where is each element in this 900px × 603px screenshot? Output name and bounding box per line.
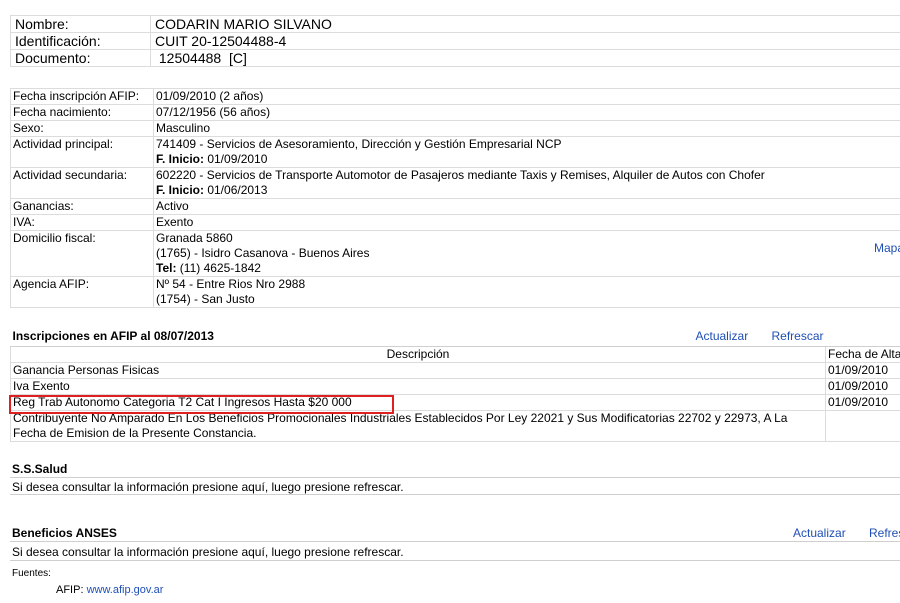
salud-divider [10,477,900,478]
ganancias-label: Ganancias: [10,198,154,215]
domicilio-row: Domicilio fiscal: Granada 5860 (1765) - … [10,230,900,277]
act-sec-cell: 602220 - Servicios de Transporte Automot… [153,167,900,199]
act-sec-inicio-value: 01/06/2013 [204,183,268,197]
anses-divider-bottom [10,560,900,561]
domicilio-line1: Granada 5860 [156,231,233,245]
inscripciones-title-spacer [825,329,900,347]
act-sec-inicio: F. Inicio: 01/06/2013 [156,183,900,198]
anses-actualizar-link[interactable]: Actualizar [793,526,846,540]
inscripciones-title: Inscripciones en AFIP al 08/07/2013 [12,329,214,343]
header-table: Nombre: CODARIN MARIO SILVANO Identifica… [10,15,900,67]
fecha-nac-label: Fecha nacimiento: [10,104,154,121]
agencia-label: Agencia AFIP: [10,276,154,308]
domicilio-label: Domicilio fiscal: [10,230,154,277]
nombre-row: Nombre: CODARIN MARIO SILVANO [10,15,900,33]
sexo-row: Sexo: Masculino [10,120,900,137]
col-fecha-alta: Fecha de Alta [825,346,900,363]
inscripciones-actualizar-link[interactable]: Actualizar [696,329,749,344]
salud-text[interactable]: Si desea consultar la información presio… [12,480,404,494]
inscripciones-title-row: Inscripciones en AFIP al 08/07/2013 Actu… [10,329,900,347]
tel-value: (11) 4625-1842 [176,261,261,275]
ganancias-value: Activo [153,198,900,215]
act-pri-label: Actividad principal: [10,136,154,168]
inscripciones-table: Inscripciones en AFIP al 08/07/2013 Actu… [10,329,900,442]
agencia-line1: Nº 54 - Entre Rios Nro 2988 [156,277,306,291]
afip-website-link[interactable]: www.afip.gov.ar [87,584,164,596]
table-row: Contribuyente No Amparado En Los Benefic… [10,410,900,442]
inscripcion-desc: Contribuyente No Amparado En Los Benefic… [10,410,826,442]
fecha-insc-value: 01/09/2010 (2 años) [153,88,900,105]
agencia-line2: (1754) - San Justo [156,292,255,306]
fuentes-label: Fuentes: [12,568,51,579]
sexo-label: Sexo: [10,120,154,137]
table-row: Iva Exento 01/09/2010 [10,378,900,395]
inscripciones-header-row: Descripción Fecha de Alta [10,346,900,363]
doc-label: Documento: [10,49,151,67]
ident-label: Identificación: [10,32,151,50]
domicilio-line2: (1765) - Isidro Casanova - Buenos Aires [156,246,370,260]
act-sec-label: Actividad secundaria: [10,167,154,199]
ident-row: Identificación: CUIT 20-12504488-4 [10,32,900,50]
act-pri-value: 741409 - Servicios de Asesoramiento, Dir… [156,137,562,151]
inscripcion-fecha [825,410,900,442]
ident-value: CUIT 20-12504488-4 [150,32,900,50]
details-table: Fecha inscripción AFIP: 01/09/2010 (2 añ… [10,88,900,308]
ganancias-row: Ganancias: Activo [10,198,900,215]
nombre-label: Nombre: [10,15,151,33]
agencia-row: Agencia AFIP: Nº 54 - Entre Rios Nro 298… [10,276,900,308]
inscripciones-title-cell: Inscripciones en AFIP al 08/07/2013 Actu… [10,329,826,347]
act-pri-cell: 741409 - Servicios de Asesoramiento, Dir… [153,136,900,168]
act-sec-inicio-label: F. Inicio: [156,183,204,197]
fecha-nac-value: 07/12/1956 (56 años) [153,104,900,121]
salud-title: S.S.Salud [12,462,68,476]
table-row: Ganancia Personas Fisicas 01/09/2010 [10,362,900,379]
inscripcion-desc: Ganancia Personas Fisicas [10,362,826,379]
iva-row: IVA: Exento [10,214,900,231]
domicilio-tel: Tel: (11) 4625-1842 [156,261,900,276]
act-pri-row: Actividad principal: 741409 - Servicios … [10,136,900,168]
inscripciones-refrescar-link[interactable]: Refrescar [772,329,824,344]
doc-value: 12504488 [C] [150,49,900,67]
nombre-value: CODARIN MARIO SILVANO [150,15,900,33]
iva-value: Exento [153,214,900,231]
tel-label: Tel: [156,261,177,275]
inscripcion-fecha: 01/09/2010 [825,394,900,411]
domicilio-cell: Granada 5860 (1765) - Isidro Casanova - … [153,230,900,277]
fecha-insc-row: Fecha inscripción AFIP: 01/09/2010 (2 añ… [10,88,900,105]
fecha-nac-row: Fecha nacimiento: 07/12/1956 (56 años) [10,104,900,121]
salud-divider-bottom [10,494,900,495]
doc-row: Documento: 12504488 [C] [10,49,900,67]
anses-text[interactable]: Si desea consultar la información presio… [12,545,404,559]
act-pri-inicio: F. Inicio: 01/09/2010 [156,152,900,167]
col-descripcion: Descripción [10,346,826,363]
fuentes-afip-label: AFIP: [56,584,84,596]
anses-divider [10,541,900,542]
iva-label: IVA: [10,214,154,231]
act-pri-inicio-label: F. Inicio: [156,152,204,166]
sexo-value: Masculino [153,120,900,137]
act-sec-row: Actividad secundaria: 602220 - Servicios… [10,167,900,199]
act-sec-value: 602220 - Servicios de Transporte Automot… [156,168,765,182]
anses-title: Beneficios ANSES [12,526,117,540]
mapa-link[interactable]: Mapa [874,241,900,256]
inscripcion-fecha: 01/09/2010 [825,378,900,395]
anses-refrescar-link[interactable]: Refrescar [869,526,900,540]
agencia-cell: Nº 54 - Entre Rios Nro 2988 (1754) - San… [153,276,900,308]
fuentes-afip: AFIP: www.afip.gov.ar [56,584,163,596]
fecha-insc-label: Fecha inscripción AFIP: [10,88,154,105]
inscripcion-fecha: 01/09/2010 [825,362,900,379]
inscripcion-desc: Iva Exento [10,378,826,395]
highlight-box [9,395,394,414]
act-pri-inicio-value: 01/09/2010 [204,152,268,166]
